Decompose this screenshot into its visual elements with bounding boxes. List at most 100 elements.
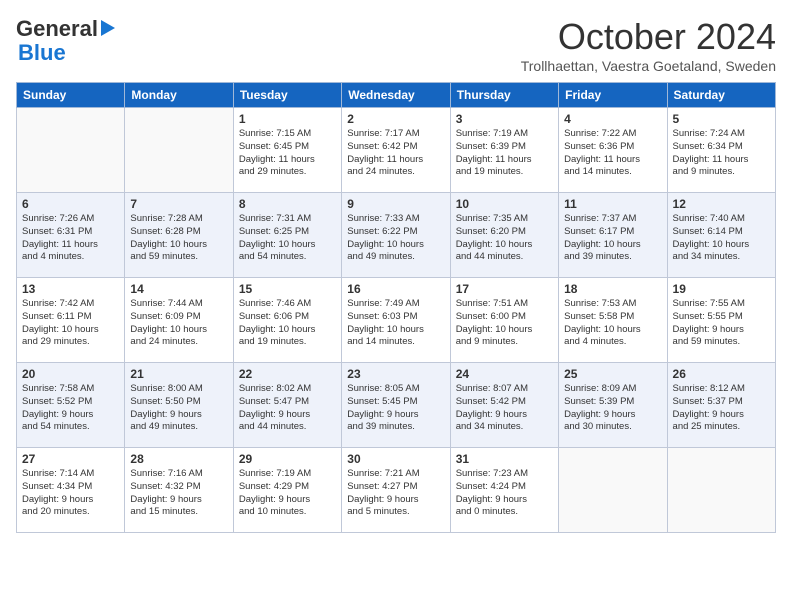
calendar-cell: 19 Sunrise: 7:55 AM Sunset: 5:55 PM Dayli…	[667, 278, 775, 363]
calendar-cell	[667, 448, 775, 533]
cell-info: Sunrise: 7:23 AM Sunset: 4:24 PM Dayligh…	[456, 468, 553, 519]
day-number: 5	[673, 112, 770, 126]
calendar-cell: 24 Sunrise: 8:07 AM Sunset: 5:42 PM Dayli…	[450, 363, 558, 448]
day-number: 8	[239, 197, 336, 211]
day-number: 31	[456, 452, 553, 466]
day-number: 2	[347, 112, 444, 126]
day-number: 28	[130, 452, 227, 466]
calendar-cell: 30Sunrise: 7:21 AM Sunset: 4:27 PM Dayli…	[342, 448, 450, 533]
day-number: 6	[22, 197, 119, 211]
cell-info: Sunrise: 7:44 AM Sunset: 6:09 PM Dayligh…	[130, 298, 227, 349]
calendar-cell: 6 Sunrise: 7:26 AM Sunset: 6:31 PM Daylig…	[17, 193, 125, 278]
day-number: 19	[673, 282, 770, 296]
calendar-cell: 1 Sunrise: 7:15 AM Sunset: 6:45 PM Daylig…	[233, 108, 341, 193]
calendar-cell: 15Sunrise: 7:46 AM Sunset: 6:06 PM Dayli…	[233, 278, 341, 363]
day-number: 17	[456, 282, 553, 296]
calendar-cell: 18 Sunrise: 7:53 AM Sunset: 5:58 PM Dayli…	[559, 278, 667, 363]
day-number: 24	[456, 367, 553, 381]
logo-blue-text: Blue	[18, 40, 66, 66]
cell-info: Sunrise: 7:16 AM Sunset: 4:32 PM Dayligh…	[130, 468, 227, 519]
calendar-cell: 2 Sunrise: 7:17 AM Sunset: 6:42 PM Daylig…	[342, 108, 450, 193]
calendar-week-row: 13Sunrise: 7:42 AM Sunset: 6:11 PM Dayli…	[17, 278, 776, 363]
calendar-cell: 22 Sunrise: 8:02 AM Sunset: 5:47 PM Dayli…	[233, 363, 341, 448]
calendar-cell: 9Sunrise: 7:33 AM Sunset: 6:22 PM Daylig…	[342, 193, 450, 278]
calendar-header-row: SundayMondayTuesdayWednesdayThursdayFrid…	[17, 83, 776, 108]
day-number: 1	[239, 112, 336, 126]
day-number: 7	[130, 197, 227, 211]
cell-info: Sunrise: 7:28 AM Sunset: 6:28 PM Dayligh…	[130, 213, 227, 264]
calendar-cell: 8 Sunrise: 7:31 AM Sunset: 6:25 PM Daylig…	[233, 193, 341, 278]
day-number: 25	[564, 367, 661, 381]
logo-arrow-icon	[101, 20, 115, 41]
day-number: 23	[347, 367, 444, 381]
cell-info: Sunrise: 7:22 AM Sunset: 6:36 PM Dayligh…	[564, 128, 661, 179]
calendar-cell: 29 Sunrise: 7:19 AM Sunset: 4:29 PM Dayli…	[233, 448, 341, 533]
day-number: 4	[564, 112, 661, 126]
calendar-cell: 5 Sunrise: 7:24 AM Sunset: 6:34 PM Daylig…	[667, 108, 775, 193]
calendar-cell	[125, 108, 233, 193]
cell-info: Sunrise: 7:51 AM Sunset: 6:00 PM Dayligh…	[456, 298, 553, 349]
calendar-cell: 3 Sunrise: 7:19 AM Sunset: 6:39 PM Daylig…	[450, 108, 558, 193]
logo-general-text: General	[16, 16, 98, 42]
cell-info: Sunrise: 7:53 AM Sunset: 5:58 PM Dayligh…	[564, 298, 661, 349]
calendar-cell: 27 Sunrise: 7:14 AM Sunset: 4:34 PM Dayli…	[17, 448, 125, 533]
day-number: 10	[456, 197, 553, 211]
day-number: 29	[239, 452, 336, 466]
month-title: October 2024	[521, 16, 776, 58]
calendar-week-row: 1 Sunrise: 7:15 AM Sunset: 6:45 PM Daylig…	[17, 108, 776, 193]
cell-info: Sunrise: 7:37 AM Sunset: 6:17 PM Dayligh…	[564, 213, 661, 264]
cell-info: Sunrise: 7:24 AM Sunset: 6:34 PM Dayligh…	[673, 128, 770, 179]
cell-info: Sunrise: 7:58 AM Sunset: 5:52 PM Dayligh…	[22, 383, 119, 434]
title-block: October 2024 Trollhaettan, Vaestra Goeta…	[521, 16, 776, 74]
calendar-week-row: 6 Sunrise: 7:26 AM Sunset: 6:31 PM Daylig…	[17, 193, 776, 278]
cell-info: Sunrise: 7:19 AM Sunset: 4:29 PM Dayligh…	[239, 468, 336, 519]
cell-info: Sunrise: 7:26 AM Sunset: 6:31 PM Dayligh…	[22, 213, 119, 264]
page-header: General Blue October 2024 Trollhaettan, …	[16, 16, 776, 74]
day-number: 18	[564, 282, 661, 296]
cell-info: Sunrise: 7:46 AM Sunset: 6:06 PM Dayligh…	[239, 298, 336, 349]
calendar-cell: 13Sunrise: 7:42 AM Sunset: 6:11 PM Dayli…	[17, 278, 125, 363]
day-number: 27	[22, 452, 119, 466]
calendar-cell: 10 Sunrise: 7:35 AM Sunset: 6:20 PM Dayli…	[450, 193, 558, 278]
calendar-cell: 21 Sunrise: 8:00 AM Sunset: 5:50 PM Dayli…	[125, 363, 233, 448]
day-of-week-header: Saturday	[667, 83, 775, 108]
cell-info: Sunrise: 8:07 AM Sunset: 5:42 PM Dayligh…	[456, 383, 553, 434]
cell-info: Sunrise: 8:12 AM Sunset: 5:37 PM Dayligh…	[673, 383, 770, 434]
calendar-cell: 28 Sunrise: 7:16 AM Sunset: 4:32 PM Dayli…	[125, 448, 233, 533]
calendar-cell: 23 Sunrise: 8:05 AM Sunset: 5:45 PM Dayli…	[342, 363, 450, 448]
calendar-cell: 31 Sunrise: 7:23 AM Sunset: 4:24 PM Dayli…	[450, 448, 558, 533]
day-number: 30	[347, 452, 444, 466]
calendar-cell: 26Sunrise: 8:12 AM Sunset: 5:37 PM Dayli…	[667, 363, 775, 448]
cell-info: Sunrise: 7:55 AM Sunset: 5:55 PM Dayligh…	[673, 298, 770, 349]
day-number: 11	[564, 197, 661, 211]
cell-info: Sunrise: 7:19 AM Sunset: 6:39 PM Dayligh…	[456, 128, 553, 179]
day-of-week-header: Tuesday	[233, 83, 341, 108]
calendar-cell: 20Sunrise: 7:58 AM Sunset: 5:52 PM Dayli…	[17, 363, 125, 448]
cell-info: Sunrise: 8:00 AM Sunset: 5:50 PM Dayligh…	[130, 383, 227, 434]
location-title: Trollhaettan, Vaestra Goetaland, Sweden	[521, 58, 776, 74]
cell-info: Sunrise: 7:14 AM Sunset: 4:34 PM Dayligh…	[22, 468, 119, 519]
day-of-week-header: Sunday	[17, 83, 125, 108]
day-of-week-header: Friday	[559, 83, 667, 108]
calendar-cell: 25Sunrise: 8:09 AM Sunset: 5:39 PM Dayli…	[559, 363, 667, 448]
calendar-cell: 7 Sunrise: 7:28 AM Sunset: 6:28 PM Daylig…	[125, 193, 233, 278]
cell-info: Sunrise: 7:31 AM Sunset: 6:25 PM Dayligh…	[239, 213, 336, 264]
day-number: 21	[130, 367, 227, 381]
calendar-week-row: 27 Sunrise: 7:14 AM Sunset: 4:34 PM Dayli…	[17, 448, 776, 533]
cell-info: Sunrise: 7:33 AM Sunset: 6:22 PM Dayligh…	[347, 213, 444, 264]
cell-info: Sunrise: 7:17 AM Sunset: 6:42 PM Dayligh…	[347, 128, 444, 179]
cell-info: Sunrise: 7:15 AM Sunset: 6:45 PM Dayligh…	[239, 128, 336, 179]
calendar-cell: 4 Sunrise: 7:22 AM Sunset: 6:36 PM Daylig…	[559, 108, 667, 193]
day-number: 3	[456, 112, 553, 126]
cell-info: Sunrise: 7:40 AM Sunset: 6:14 PM Dayligh…	[673, 213, 770, 264]
day-number: 12	[673, 197, 770, 211]
day-number: 14	[130, 282, 227, 296]
day-number: 22	[239, 367, 336, 381]
day-number: 16	[347, 282, 444, 296]
cell-info: Sunrise: 7:35 AM Sunset: 6:20 PM Dayligh…	[456, 213, 553, 264]
day-of-week-header: Monday	[125, 83, 233, 108]
cell-info: Sunrise: 8:05 AM Sunset: 5:45 PM Dayligh…	[347, 383, 444, 434]
day-number: 13	[22, 282, 119, 296]
cell-info: Sunrise: 8:02 AM Sunset: 5:47 PM Dayligh…	[239, 383, 336, 434]
calendar-table: SundayMondayTuesdayWednesdayThursdayFrid…	[16, 82, 776, 533]
